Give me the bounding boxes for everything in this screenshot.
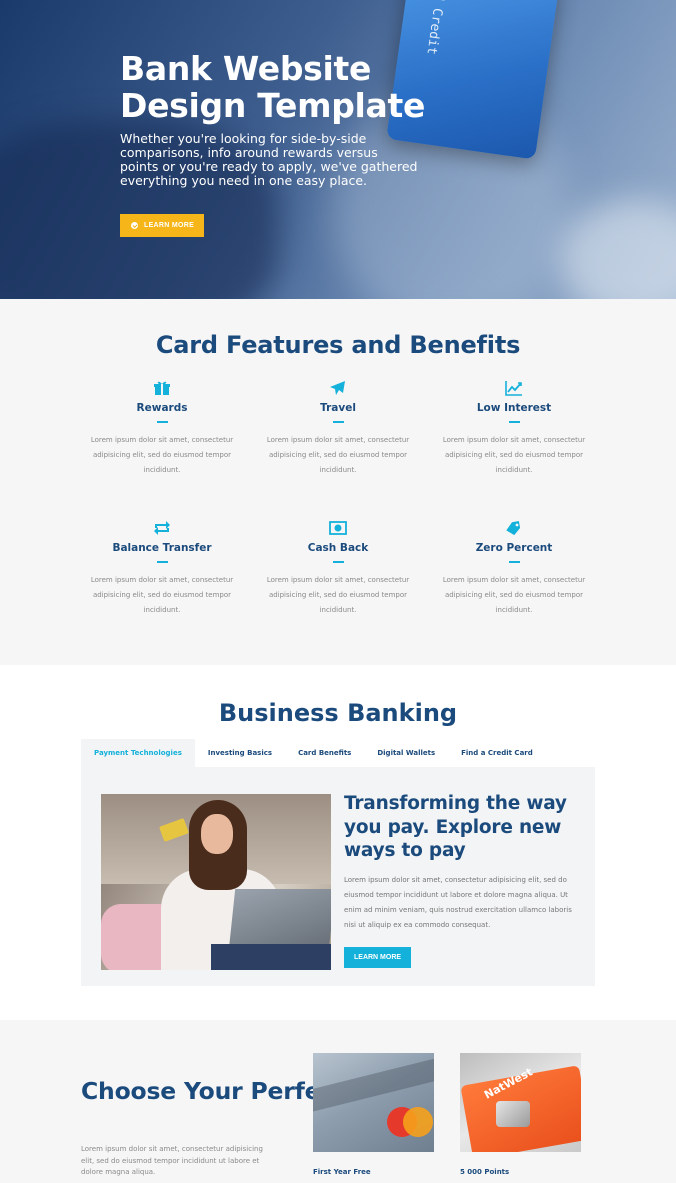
hero-subtitle: Whether you're looking for side-by-side … xyxy=(120,131,418,188)
feature-text: Lorem ipsum dolor sit amet, consectetur … xyxy=(266,436,410,474)
business-banking-section: Business Banking Payment Technologies In… xyxy=(0,665,676,1020)
feature-label: Cash Back xyxy=(307,542,369,554)
features-section: Card Features and Benefits Rewards Lorem… xyxy=(0,299,676,665)
feature-text: Lorem ipsum dolor sit amet, consectetur … xyxy=(442,436,586,474)
chart-line-icon xyxy=(426,379,602,397)
card-chip xyxy=(496,1101,530,1127)
mastercard-logo xyxy=(383,1105,433,1141)
divider xyxy=(508,421,520,423)
feature-balance-transfer: Balance Transfer Lorem ipsum dolor sit a… xyxy=(74,519,250,632)
hero-section: IM Credit Bank Website Design Template W… xyxy=(0,0,676,299)
features-grid: Rewards Lorem ipsum dolor sit amet, cons… xyxy=(0,379,676,632)
woman-with-card-photo xyxy=(101,794,331,970)
feature-cash-back: Cash Back Lorem ipsum dolor sit amet, co… xyxy=(250,519,426,632)
card-thumbnail-points[interactable]: NatWest xyxy=(460,1053,581,1152)
tab-investing-basics[interactable]: Investing Basics xyxy=(195,739,285,767)
card-thumbnail-first-year-free[interactable] xyxy=(313,1053,434,1152)
card-label[interactable]: First Year Free xyxy=(313,1168,371,1176)
hero-bg-shape xyxy=(560,200,676,299)
hero-button-label: LEARN MORE xyxy=(144,222,195,229)
divider xyxy=(156,561,168,563)
business-tabs: Payment Technologies Investing Basics Ca… xyxy=(81,739,676,767)
money-bill-icon xyxy=(250,519,426,537)
feature-travel: Travel Lorem ipsum dolor sit amet, conse… xyxy=(250,379,426,492)
check-circle-icon xyxy=(131,222,138,229)
feature-rewards: Rewards Lorem ipsum dolor sit amet, cons… xyxy=(74,379,250,492)
feature-label: Low Interest xyxy=(476,402,552,414)
feature-text: Lorem ipsum dolor sit amet, consectetur … xyxy=(90,576,234,614)
panel-text: Transforming the way you pay. Explore ne… xyxy=(344,792,574,968)
choose-card-section: Choose Your Perfect Card Lorem ipsum dol… xyxy=(0,1020,676,1183)
tab-digital-wallets[interactable]: Digital Wallets xyxy=(364,739,448,767)
feature-label: Balance Transfer xyxy=(112,542,212,554)
feature-text: Lorem ipsum dolor sit amet, consectetur … xyxy=(266,576,410,614)
exchange-icon xyxy=(74,519,250,537)
tag-icon xyxy=(426,519,602,537)
panel-title: Transforming the way you pay. Explore ne… xyxy=(344,793,567,861)
divider xyxy=(332,561,344,563)
tab-payment-technologies[interactable]: Payment Technologies xyxy=(81,739,195,767)
card-label[interactable]: 5 000 Points xyxy=(460,1168,509,1176)
hero-learn-more-button[interactable]: LEARN MORE xyxy=(120,214,205,237)
divider xyxy=(156,421,168,423)
feature-text: Lorem ipsum dolor sit amet, consectetur … xyxy=(442,576,586,614)
hero-title: Bank Website Design Template xyxy=(120,49,426,125)
feature-low-interest: Low Interest Lorem ipsum dolor sit amet,… xyxy=(426,379,602,492)
tab-panel: Transforming the way you pay. Explore ne… xyxy=(81,767,595,986)
card-brand-text: IM Credit xyxy=(423,0,449,56)
gift-icon xyxy=(74,379,250,397)
divider xyxy=(332,421,344,423)
feature-label: Travel xyxy=(320,402,356,414)
feature-label: Zero Percent xyxy=(475,542,553,554)
choose-description: Lorem ipsum dolor sit amet, consectetur … xyxy=(81,1145,263,1176)
feature-zero-percent: Zero Percent Lorem ipsum dolor sit amet,… xyxy=(426,519,602,632)
tab-find-a-credit-card[interactable]: Find a Credit Card xyxy=(448,739,546,767)
business-title: Business Banking xyxy=(218,699,458,727)
plane-icon xyxy=(250,379,426,397)
panel-description: Lorem ipsum dolor sit amet, consectetur … xyxy=(344,875,572,929)
feature-label: Rewards xyxy=(136,402,188,414)
divider xyxy=(508,561,520,563)
hero-content: Bank Website Design Template Whether you… xyxy=(120,50,500,237)
feature-text: Lorem ipsum dolor sit amet, consectetur … xyxy=(90,436,234,474)
panel-learn-more-button[interactable]: LEARN MORE xyxy=(344,946,412,968)
tab-card-benefits[interactable]: Card Benefits xyxy=(285,739,364,767)
features-title: Card Features and Benefits xyxy=(155,331,521,359)
